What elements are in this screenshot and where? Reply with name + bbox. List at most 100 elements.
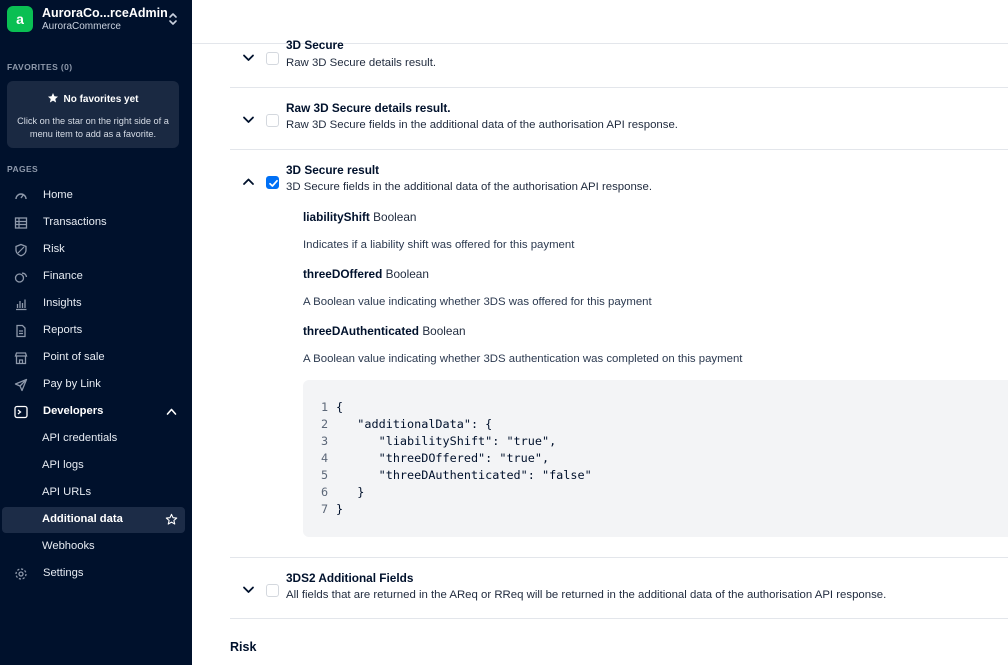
field-three-d-offered: threeDOffered Boolean [303,267,429,281]
nav-label-pay-by-link: Pay by Link [43,378,101,390]
nav-label-settings: Settings [43,567,84,579]
nav-item-point-of-sale[interactable]: Point of sale [2,345,185,371]
nav-label-webhooks: Webhooks [42,540,95,552]
nav-item-finance[interactable]: Finance [2,264,185,290]
code-text: { [336,400,344,414]
checkbox-raw-3d-secure[interactable] [266,114,279,127]
nav-item-insights[interactable]: Insights [2,291,185,317]
row-desc-3d-secure: Raw 3D Secure details result. [286,57,437,69]
field-name: threeDOffered [303,267,383,281]
terminal-icon [14,405,28,419]
document-icon [16,324,26,338]
nav-item-risk[interactable]: Risk [2,237,185,263]
code-sample: 1 { 2 "additionalData": { 3 "liabilityShi… [303,380,1008,537]
favorites-empty-title: No favorites yet [63,94,139,105]
account-switcher[interactable]: a AuroraCo...rceAdmin AuroraCommerce [7,6,185,34]
nav-item-api-urls[interactable]: API URLs [2,480,185,506]
nav-label-api-urls: API URLs [42,486,92,498]
nav-label-transactions: Transactions [43,216,107,228]
nav-label-point-of-sale: Point of sale [43,351,105,363]
line-number: 7 [321,502,329,516]
star-outline-icon[interactable] [165,513,178,526]
nav-label-api-logs: API logs [42,459,84,471]
row-title-3d-secure: 3D Secure [286,38,344,52]
code-text: } [336,485,365,499]
line-number: 1 [321,400,329,414]
row-desc-raw-3d-secure: Raw 3D Secure fields in the additional d… [286,119,678,131]
line-number: 4 [321,451,329,465]
field-desc: A Boolean value indicating whether 3DS a… [303,353,743,365]
checkbox-3ds2-additional-fields[interactable] [266,584,279,597]
row-divider [230,149,1008,150]
nav-label-api-credentials: API credentials [42,432,118,444]
nav-item-home[interactable]: Home [2,183,185,209]
nav-label-risk: Risk [43,243,65,255]
nav-label-reports: Reports [43,324,83,336]
nav-item-additional-data[interactable]: Additional data [2,507,185,533]
account-logo: a [7,6,33,32]
nav-item-api-credentials[interactable]: API credentials [2,426,185,452]
nav-label-additional-data: Additional data [42,513,123,525]
row-divider [230,87,1008,88]
star-icon [48,93,59,103]
line-number: 3 [321,434,329,448]
account-name: AuroraCo...rceAdmin [42,6,168,20]
field-type: Boolean [385,267,429,281]
sidebar: a AuroraCo...rceAdmin AuroraCommerce FAV… [0,0,192,665]
nav-item-settings[interactable]: Settings [2,561,185,587]
nav-item-api-logs[interactable]: API logs [2,453,185,479]
code-text: "threeDAuthenticated": "false" [336,468,592,482]
company-name: AuroraCommerce [42,21,121,32]
nav-label-developers: Developers [43,405,104,417]
field-desc: A Boolean value indicating whether 3DS w… [303,296,652,308]
chevron-up-icon [166,408,177,415]
row-desc-3ds2: All fields that are returned in the AReq… [286,589,887,601]
row-divider [230,557,1008,558]
checkbox-3d-secure-result[interactable] [266,176,279,189]
pages-heading: PAGES [7,164,39,174]
row-title-3ds2: 3DS2 Additional Fields [286,571,414,585]
field-three-d-authenticated: threeDAuthenticated Boolean [303,324,466,338]
chevron-down-icon[interactable] [242,115,255,124]
coins-icon [14,272,28,283]
nav-item-developers[interactable]: Developers [2,399,185,425]
chevron-down-icon[interactable] [242,585,255,594]
nav-item-webhooks[interactable]: Webhooks [2,534,185,560]
gauge-icon [15,193,27,200]
nav-label-finance: Finance [43,270,83,282]
favorites-empty-box: No favorites yet Click on the star on th… [7,81,179,148]
paper-plane-icon [14,378,28,392]
field-type: Boolean [422,324,466,338]
field-name: liabilityShift [303,210,370,224]
field-name: threeDAuthenticated [303,324,420,338]
row-title-3d-secure-result: 3D Secure result [286,163,380,177]
nav-label-insights: Insights [43,297,82,309]
gear-icon [15,568,27,580]
section-heading-risk: Risk [230,640,257,654]
code-text: "threeDOffered": "true", [336,451,550,465]
nav-item-pay-by-link[interactable]: Pay by Link [2,372,185,398]
line-number: 6 [321,485,329,499]
shield-icon [15,243,27,257]
store-icon [14,352,28,365]
line-number: 5 [321,468,329,482]
row-title-raw-3d-secure: Raw 3D Secure details result. [286,101,451,115]
code-text: "liabilityShift": "true", [336,434,557,448]
nav-label-home: Home [43,189,73,201]
favorites-heading: FAVORITES (0) [7,62,73,72]
nav-item-transactions[interactable]: Transactions [2,210,185,236]
field-type: Boolean [373,210,417,224]
checkbox-3d-secure[interactable] [266,52,279,65]
chevron-up-down-icon [169,13,177,25]
favorites-empty-desc: Click on the star on the right side of a… [17,116,169,139]
checkmark-icon [269,179,278,187]
field-desc: Indicates if a liability shift was offer… [303,239,575,251]
nav-item-reports[interactable]: Reports [2,318,185,344]
chevron-down-icon[interactable] [242,53,255,62]
table-icon [14,217,28,229]
row-desc-3d-secure-result: 3D Secure fields in the additional data … [286,181,653,193]
field-liability-shift: liabilityShift Boolean [303,210,416,224]
chevron-up-icon[interactable] [242,177,255,186]
code-text: } [336,502,344,516]
bar-chart-icon [16,299,27,311]
